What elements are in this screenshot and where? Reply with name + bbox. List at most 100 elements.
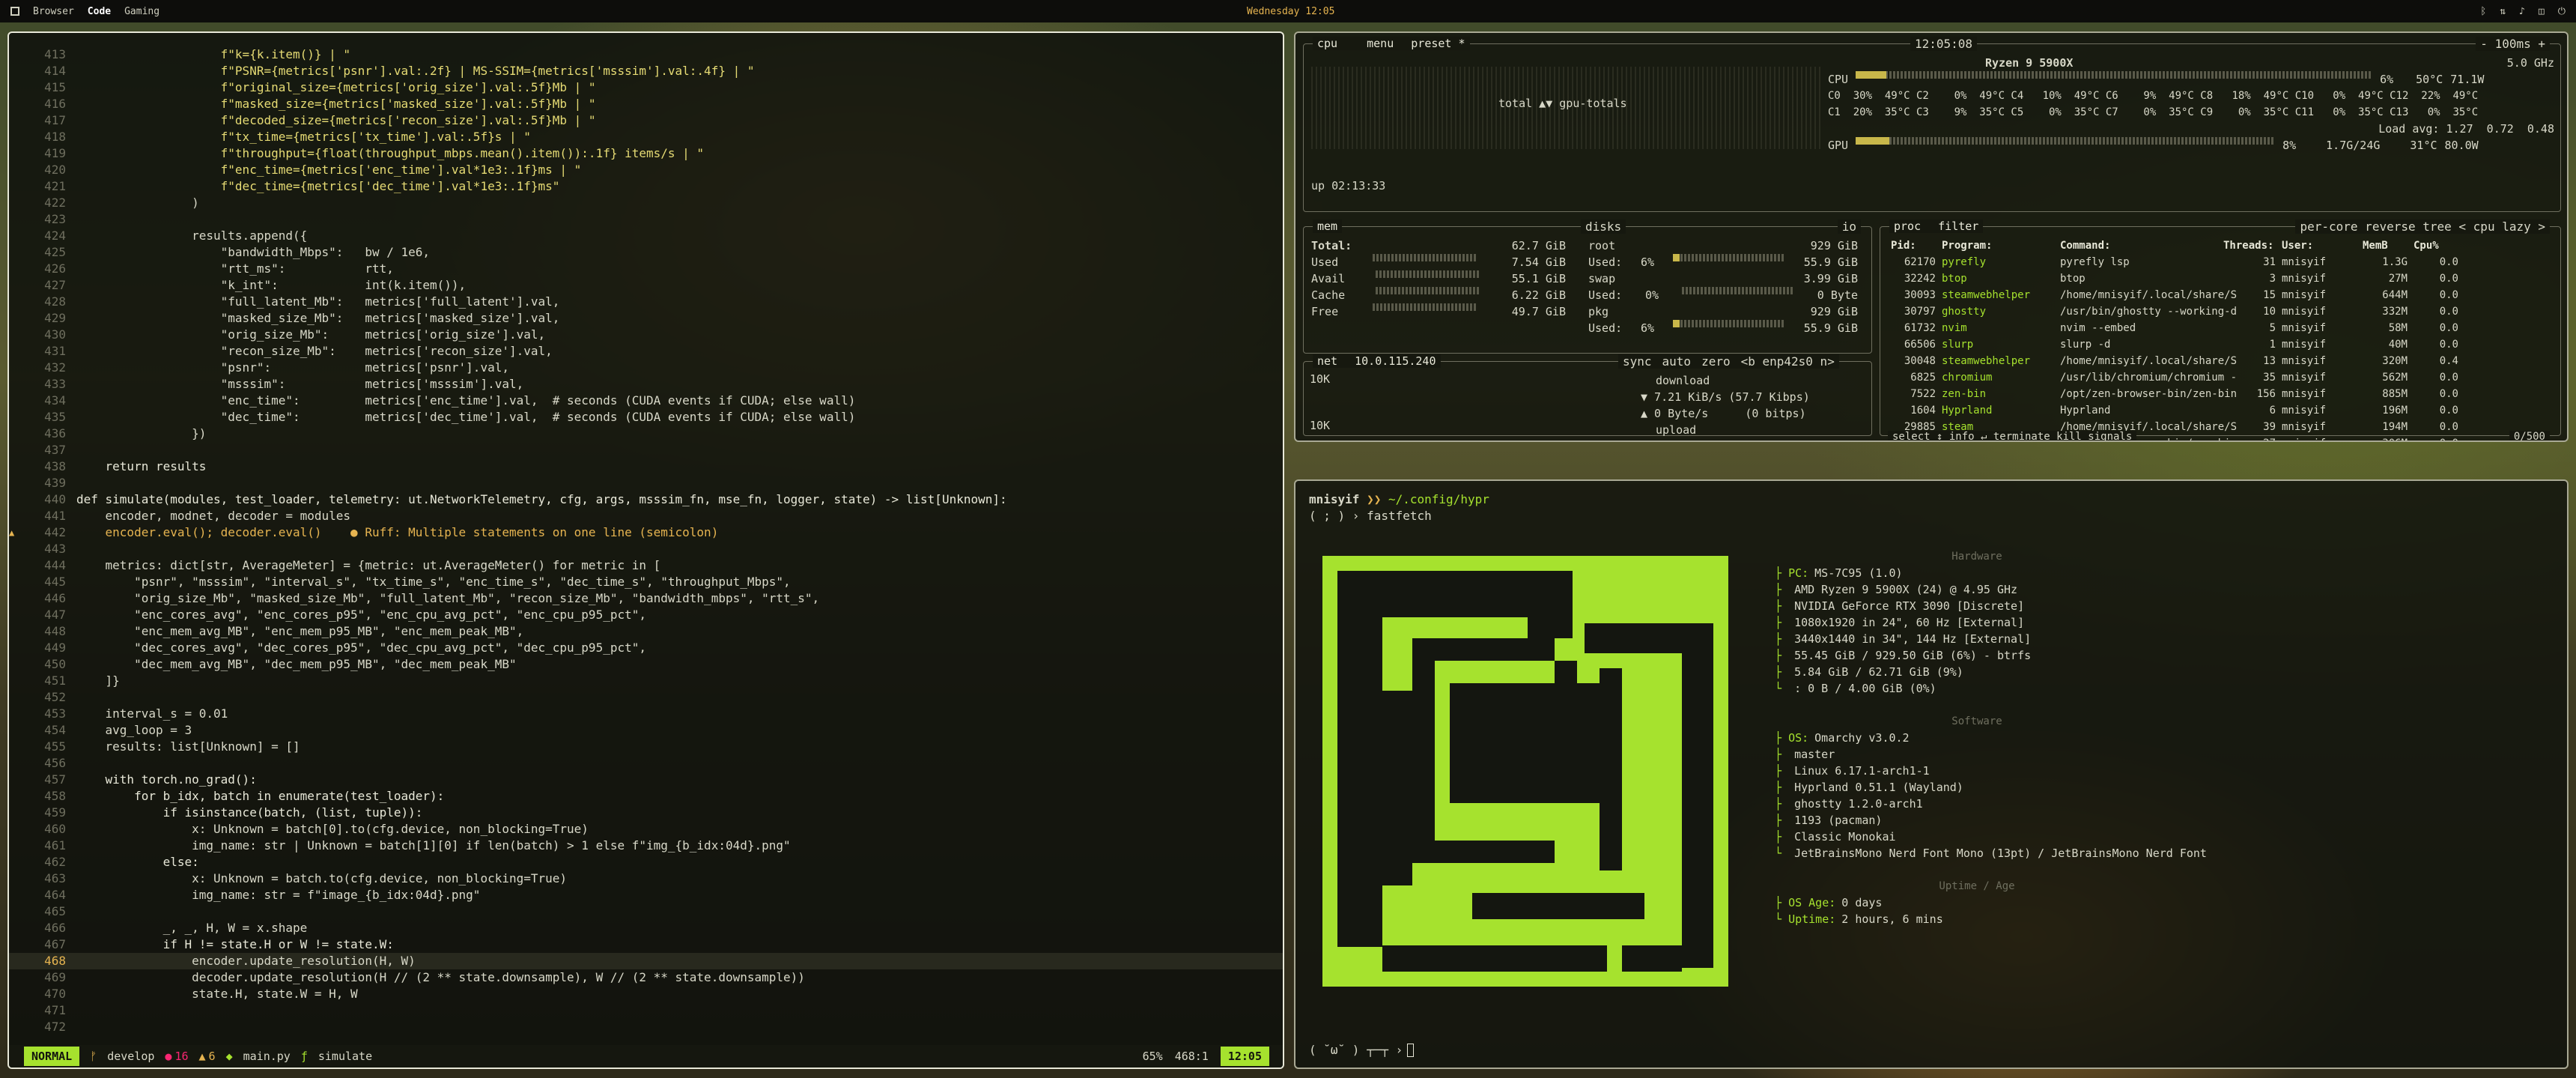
code-text[interactable]: "enc_cores_avg", "enc_cores_p95", "enc_c… xyxy=(76,607,1283,623)
code-line[interactable]: 427 "k_int": int(k.item()), xyxy=(9,277,1283,294)
code-text[interactable]: encoder.eval(); decoder.eval() ● Ruff: M… xyxy=(76,524,1283,541)
code-text[interactable]: "psnr", "msssim", "interval_s", "tx_time… xyxy=(76,574,1283,590)
code-text[interactable]: f"masked_size={metrics['masked_size'].va… xyxy=(76,96,1283,112)
btop-window[interactable]: cpu menu preset * 12:05:08 - 100ms + tot… xyxy=(1294,31,2569,442)
proc-column-header[interactable]: Command: xyxy=(2060,237,2217,254)
code-line[interactable]: 458 for b_idx, batch in enumerate(test_l… xyxy=(9,788,1283,805)
disks-title[interactable]: disks xyxy=(1581,219,1626,234)
workspace-gaming[interactable]: Gaming xyxy=(124,6,160,17)
code-text[interactable] xyxy=(76,903,1283,920)
mem-title[interactable]: mem xyxy=(1313,219,1343,233)
proc-column-header[interactable]: Pid: xyxy=(1891,237,1936,254)
code-text[interactable]: f"tx_time={metrics['tx_time'].val:.5f}s … xyxy=(76,129,1283,145)
code-line[interactable]: 470 state.H, state.W = H, W xyxy=(9,986,1283,1002)
code-text[interactable] xyxy=(76,1002,1283,1019)
code-line[interactable]: 441 encoder, modnet, decoder = modules xyxy=(9,508,1283,524)
proc-row[interactable]: 30093 steamwebhelper/home/mnisyif/.local/… xyxy=(1880,287,2560,303)
code-text[interactable]: encoder, modnet, decoder = modules xyxy=(76,508,1283,524)
code-text[interactable]: "msssim": metrics['msssim'].val, xyxy=(76,376,1283,393)
code-line[interactable]: 448 "enc_mem_avg_MB", "enc_mem_p95_MB", … xyxy=(9,623,1283,640)
code-line[interactable]: 459 if isinstance(batch, (list, tuple)): xyxy=(9,805,1283,821)
code-line[interactable]: 413 f"k={k.item()} | " xyxy=(9,46,1283,63)
bar-clock[interactable]: Wednesday 12:05 xyxy=(1247,6,1334,17)
code-line[interactable]: 457 with torch.no_grad(): xyxy=(9,772,1283,788)
code-line[interactable]: 455 results: list[Unknown] = [] xyxy=(9,739,1283,755)
bluetooth-icon[interactable]: ᛒ xyxy=(2480,6,2486,17)
code-text[interactable]: return results xyxy=(76,458,1283,475)
code-text[interactable]: metrics: dict[str, AverageMeter] = {metr… xyxy=(76,557,1283,574)
code-text[interactable]: "full_latent_Mb": metrics['full_latent']… xyxy=(76,294,1283,310)
code-line[interactable]: 429 "masked_size_Mb": metrics['masked_si… xyxy=(9,310,1283,327)
code-text[interactable]: if H != state.H or W != state.W: xyxy=(76,936,1283,953)
code-text[interactable]: f"throughput={float(throughput_mbps.mean… xyxy=(76,145,1283,162)
code-text[interactable]: }) xyxy=(76,426,1283,442)
code-line[interactable]: 450 "dec_mem_avg_MB", "dec_mem_p95_MB", … xyxy=(9,656,1283,673)
power-icon[interactable]: ⏻ xyxy=(2558,6,2566,17)
code-text[interactable]: "dec_cores_avg", "dec_cores_p95", "dec_c… xyxy=(76,640,1283,656)
code-line[interactable]: 451 ]} xyxy=(9,673,1283,689)
code-text[interactable]: img_name: str | Unknown = batch[1][0] if… xyxy=(76,838,1283,854)
code-line[interactable]: 435 "dec_time": metrics['dec_time'].val,… xyxy=(9,409,1283,426)
code-line[interactable]: 420 f"enc_time={metrics['enc_time'].val*… xyxy=(9,162,1283,178)
code-text[interactable]: img_name: str = f"image_{b_idx:04d}.png" xyxy=(76,887,1283,903)
net-iface[interactable]: <b enp42s0 n> xyxy=(1741,354,1835,369)
code-text[interactable]: f"PSNR={metrics['psnr'].val:.2f} | MS-SS… xyxy=(76,63,1283,79)
net-title[interactable]: net 10.0.115.240 xyxy=(1313,354,1441,368)
proc-row[interactable]: 62170 pyrefly pyrefly lsp 31 mnisyif 1.3G 0.0 xyxy=(1880,254,2560,270)
code-line[interactable]: 418 f"tx_time={metrics['tx_time'].val:.5… xyxy=(9,129,1283,145)
code-line[interactable]: 438 return results xyxy=(9,458,1283,475)
code-text[interactable]: else: xyxy=(76,854,1283,870)
code-line[interactable]: 417 f"decoded_size={metrics['recon_size'… xyxy=(9,112,1283,129)
code-line[interactable]: 431 "recon_size_Mb": metrics['recon_size… xyxy=(9,343,1283,360)
volume-icon[interactable]: ♪ xyxy=(2519,6,2525,17)
code-line[interactable]: 468 encoder.update_resolution(H, W) xyxy=(9,953,1283,969)
code-line[interactable]: 464 img_name: str = f"image_{b_idx:04d}.… xyxy=(9,887,1283,903)
code-line[interactable]: 460 x: Unknown = batch[0].to(cfg.device,… xyxy=(9,821,1283,838)
net-sync[interactable]: sync xyxy=(1623,354,1652,369)
code-text[interactable]: "rtt_ms": rtt, xyxy=(76,261,1283,277)
proc-column-header[interactable]: Cpu% xyxy=(2414,237,2458,254)
proc-row[interactable]: 61732 nvim nvim --embed 5 mnisyif 58M 0.0 xyxy=(1880,320,2560,336)
code-line[interactable]: 433 "msssim": metrics['msssim'].val, xyxy=(9,376,1283,393)
code-line[interactable]: 461 img_name: str | Unknown = batch[1][0… xyxy=(9,838,1283,854)
code-line[interactable]: 426 "rtt_ms": rtt, xyxy=(9,261,1283,277)
proc-column-header[interactable]: User: xyxy=(2282,237,2357,254)
code-text[interactable]: _, _, H, W = x.shape xyxy=(76,920,1283,936)
proc-row[interactable]: 32242 btop btop 3 mnisyif 27M 0.0 xyxy=(1880,270,2560,287)
code-text[interactable]: "masked_size_Mb": metrics['masked_size']… xyxy=(76,310,1283,327)
code-text[interactable]: "enc_mem_avg_MB", "enc_mem_p95_MB", "enc… xyxy=(76,623,1283,640)
code-text[interactable]: "dec_time": metrics['dec_time'].val, # s… xyxy=(76,409,1283,426)
proc-row[interactable]: 1604 Hyprland Hyprland 6 mnisyif 196M 0.0 xyxy=(1880,402,2560,419)
code-line[interactable]: 456 xyxy=(9,755,1283,772)
code-line[interactable]: 428 "full_latent_Mb": metrics['full_late… xyxy=(9,294,1283,310)
code-line[interactable]: 463 x: Unknown = batch.to(cfg.device, no… xyxy=(9,870,1283,887)
code-line[interactable]: 437 xyxy=(9,442,1283,458)
code-text[interactable] xyxy=(76,442,1283,458)
code-line[interactable]: ▲ 442 encoder.eval(); decoder.eval() ● Ru… xyxy=(9,524,1283,541)
code-line[interactable]: 453 interval_s = 0.01 xyxy=(9,706,1283,722)
code-text[interactable]: with torch.no_grad(): xyxy=(76,772,1283,788)
preset-button[interactable]: preset * xyxy=(1411,37,1465,50)
code-line[interactable]: 444 metrics: dict[str, AverageMeter] = {… xyxy=(9,557,1283,574)
code-text[interactable]: "psnr": metrics['psnr'].val, xyxy=(76,360,1283,376)
code-text[interactable]: results: list[Unknown] = [] xyxy=(76,739,1283,755)
proc-row[interactable]: 6825 chromium/usr/lib/chromium/chromium -… xyxy=(1880,369,2560,386)
proc-row[interactable]: 30048 steamwebhelper/home/mnisyif/.local/… xyxy=(1880,353,2560,369)
code-line[interactable]: 452 xyxy=(9,689,1283,706)
code-line[interactable]: 469 decoder.update_resolution(H // (2 **… xyxy=(9,969,1283,986)
code-line[interactable]: 462 else: xyxy=(9,854,1283,870)
code-text[interactable]: "bandwidth_Mbps": bw / 1e6, xyxy=(76,244,1283,261)
code-line[interactable]: 449 "dec_cores_avg", "dec_cores_p95", "d… xyxy=(9,640,1283,656)
proc-footer-actions[interactable]: select ↕ info ↵ terminate kill signals xyxy=(1888,431,2137,440)
code-text[interactable]: "orig_size_Mb", "masked_size_Mb", "full_… xyxy=(76,590,1283,607)
net-zero[interactable]: zero xyxy=(1701,354,1731,369)
code-line[interactable]: 419 f"throughput={float(throughput_mbps.… xyxy=(9,145,1283,162)
code-line[interactable]: 465 xyxy=(9,903,1283,920)
proc-row[interactable]: 30797 ghostty/usr/bin/ghostty --working-d… xyxy=(1880,303,2560,320)
code-text[interactable]: ]} xyxy=(76,673,1283,689)
code-line[interactable]: 467 if H != state.H or W != state.W: xyxy=(9,936,1283,953)
code-buffer[interactable]: 413 f"k={k.item()} | " 414 f"PSNR={metric… xyxy=(9,46,1283,1035)
code-text[interactable] xyxy=(76,755,1283,772)
proc-column-header[interactable]: Threads: xyxy=(2223,237,2276,254)
code-line[interactable]: 443 xyxy=(9,541,1283,557)
